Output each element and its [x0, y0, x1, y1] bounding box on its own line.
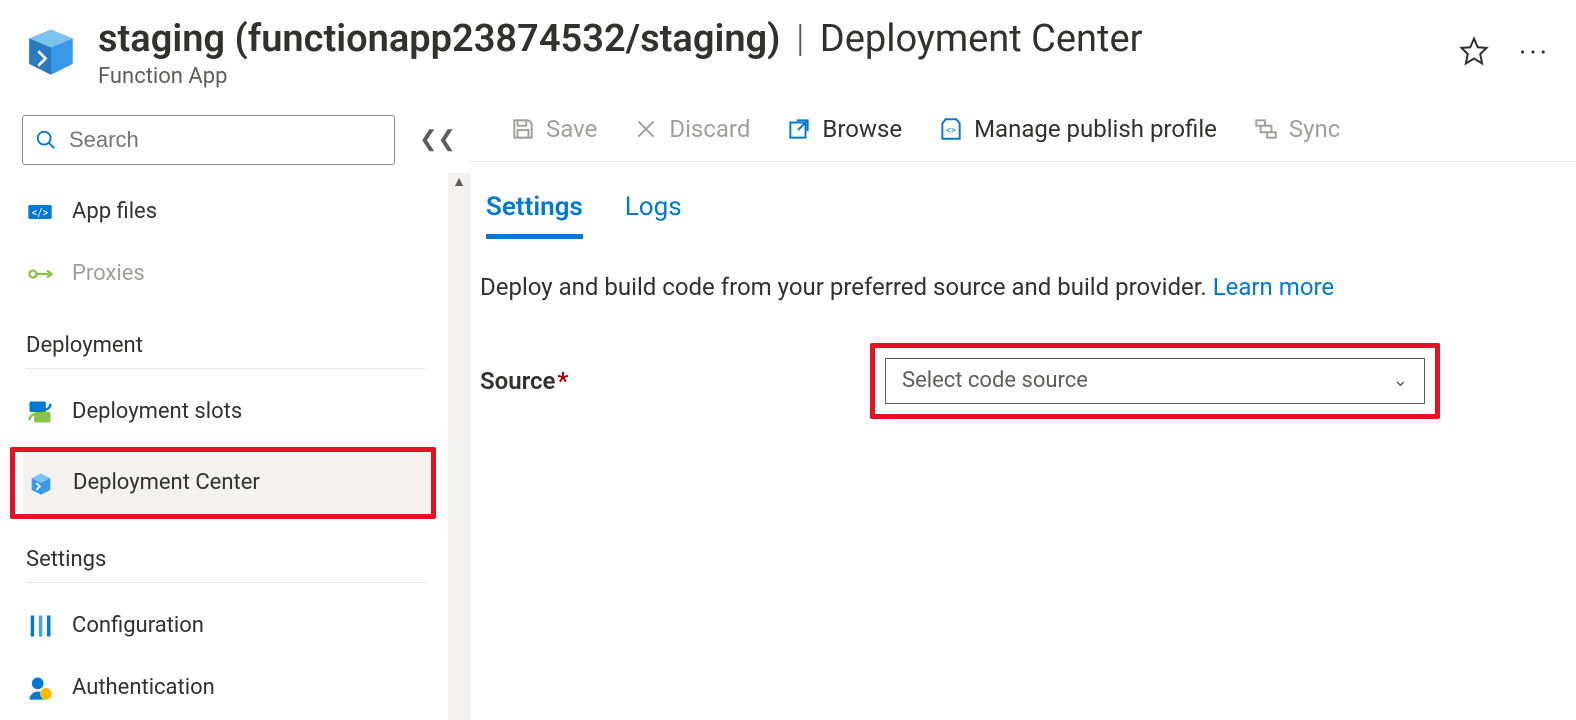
function-app-icon	[22, 24, 80, 82]
collapse-sidebar-icon[interactable]: ❮❮	[415, 123, 460, 156]
sidebar-item-label: Proxies	[72, 261, 145, 286]
page-title: staging (functionapp23874532/staging) | …	[98, 18, 1441, 62]
learn-more-link[interactable]: Learn more	[1213, 273, 1334, 301]
sidebar-item-deployment-slots[interactable]: Deployment slots	[22, 381, 434, 443]
discard-button[interactable]: Discard	[633, 115, 750, 143]
sidebar-item-label: Authentication	[72, 675, 215, 700]
sidebar-item-label: Deployment slots	[72, 399, 242, 424]
sidebar-item-deployment-center[interactable]: Deployment Center	[23, 452, 431, 514]
configuration-icon	[26, 612, 54, 640]
save-icon	[510, 116, 536, 142]
browse-icon	[786, 116, 812, 142]
sidebar-section-deployment: Deployment	[26, 333, 426, 369]
publish-profile-icon: <>	[938, 116, 964, 142]
sidebar-item-app-files[interactable]: </> App files	[22, 181, 434, 243]
manage-publish-profile-button[interactable]: <> Manage publish profile	[938, 115, 1217, 143]
page-subtitle: Function App	[98, 64, 1441, 89]
source-select[interactable]: Select code source ⌄	[885, 358, 1425, 404]
sync-icon	[1253, 116, 1279, 142]
deployment-center-icon	[27, 469, 55, 497]
chevron-down-icon: ⌄	[1393, 370, 1408, 391]
svg-text:</>: </>	[32, 205, 49, 219]
sidebar-item-label: Deployment Center	[73, 470, 260, 495]
sidebar-item-authentication[interactable]: Authentication	[22, 657, 434, 719]
browse-button[interactable]: Browse	[786, 115, 902, 143]
more-actions-icon[interactable]: ···	[1519, 39, 1550, 67]
source-select-value: Select code source	[902, 368, 1088, 393]
code-tag-icon: </>	[26, 198, 54, 226]
description-text: Deploy and build code from your preferre…	[480, 269, 1566, 305]
deployment-slots-icon	[26, 398, 54, 426]
scrollbar[interactable]: ▲	[448, 173, 470, 720]
sync-button[interactable]: Sync	[1253, 115, 1340, 143]
sidebar-item-proxies[interactable]: Proxies	[22, 243, 434, 305]
tab-settings[interactable]: Settings	[486, 192, 583, 239]
authentication-icon	[26, 674, 54, 702]
sidebar-item-label: App files	[72, 199, 157, 224]
scroll-up-icon[interactable]: ▲	[448, 173, 470, 191]
search-input-wrapper[interactable]	[22, 115, 395, 165]
svg-text:<>: <>	[946, 125, 956, 136]
tab-logs[interactable]: Logs	[625, 192, 682, 239]
proxy-icon	[26, 260, 54, 288]
source-label: Source*	[480, 367, 860, 395]
sidebar-section-settings: Settings	[26, 547, 426, 583]
search-icon	[35, 129, 57, 151]
search-input[interactable]	[67, 126, 382, 154]
sidebar-item-configuration[interactable]: Configuration	[22, 595, 434, 657]
discard-icon	[633, 116, 659, 142]
save-button[interactable]: Save	[510, 115, 597, 143]
favorite-star-icon[interactable]	[1459, 36, 1489, 70]
sidebar-item-label: Configuration	[72, 613, 204, 638]
